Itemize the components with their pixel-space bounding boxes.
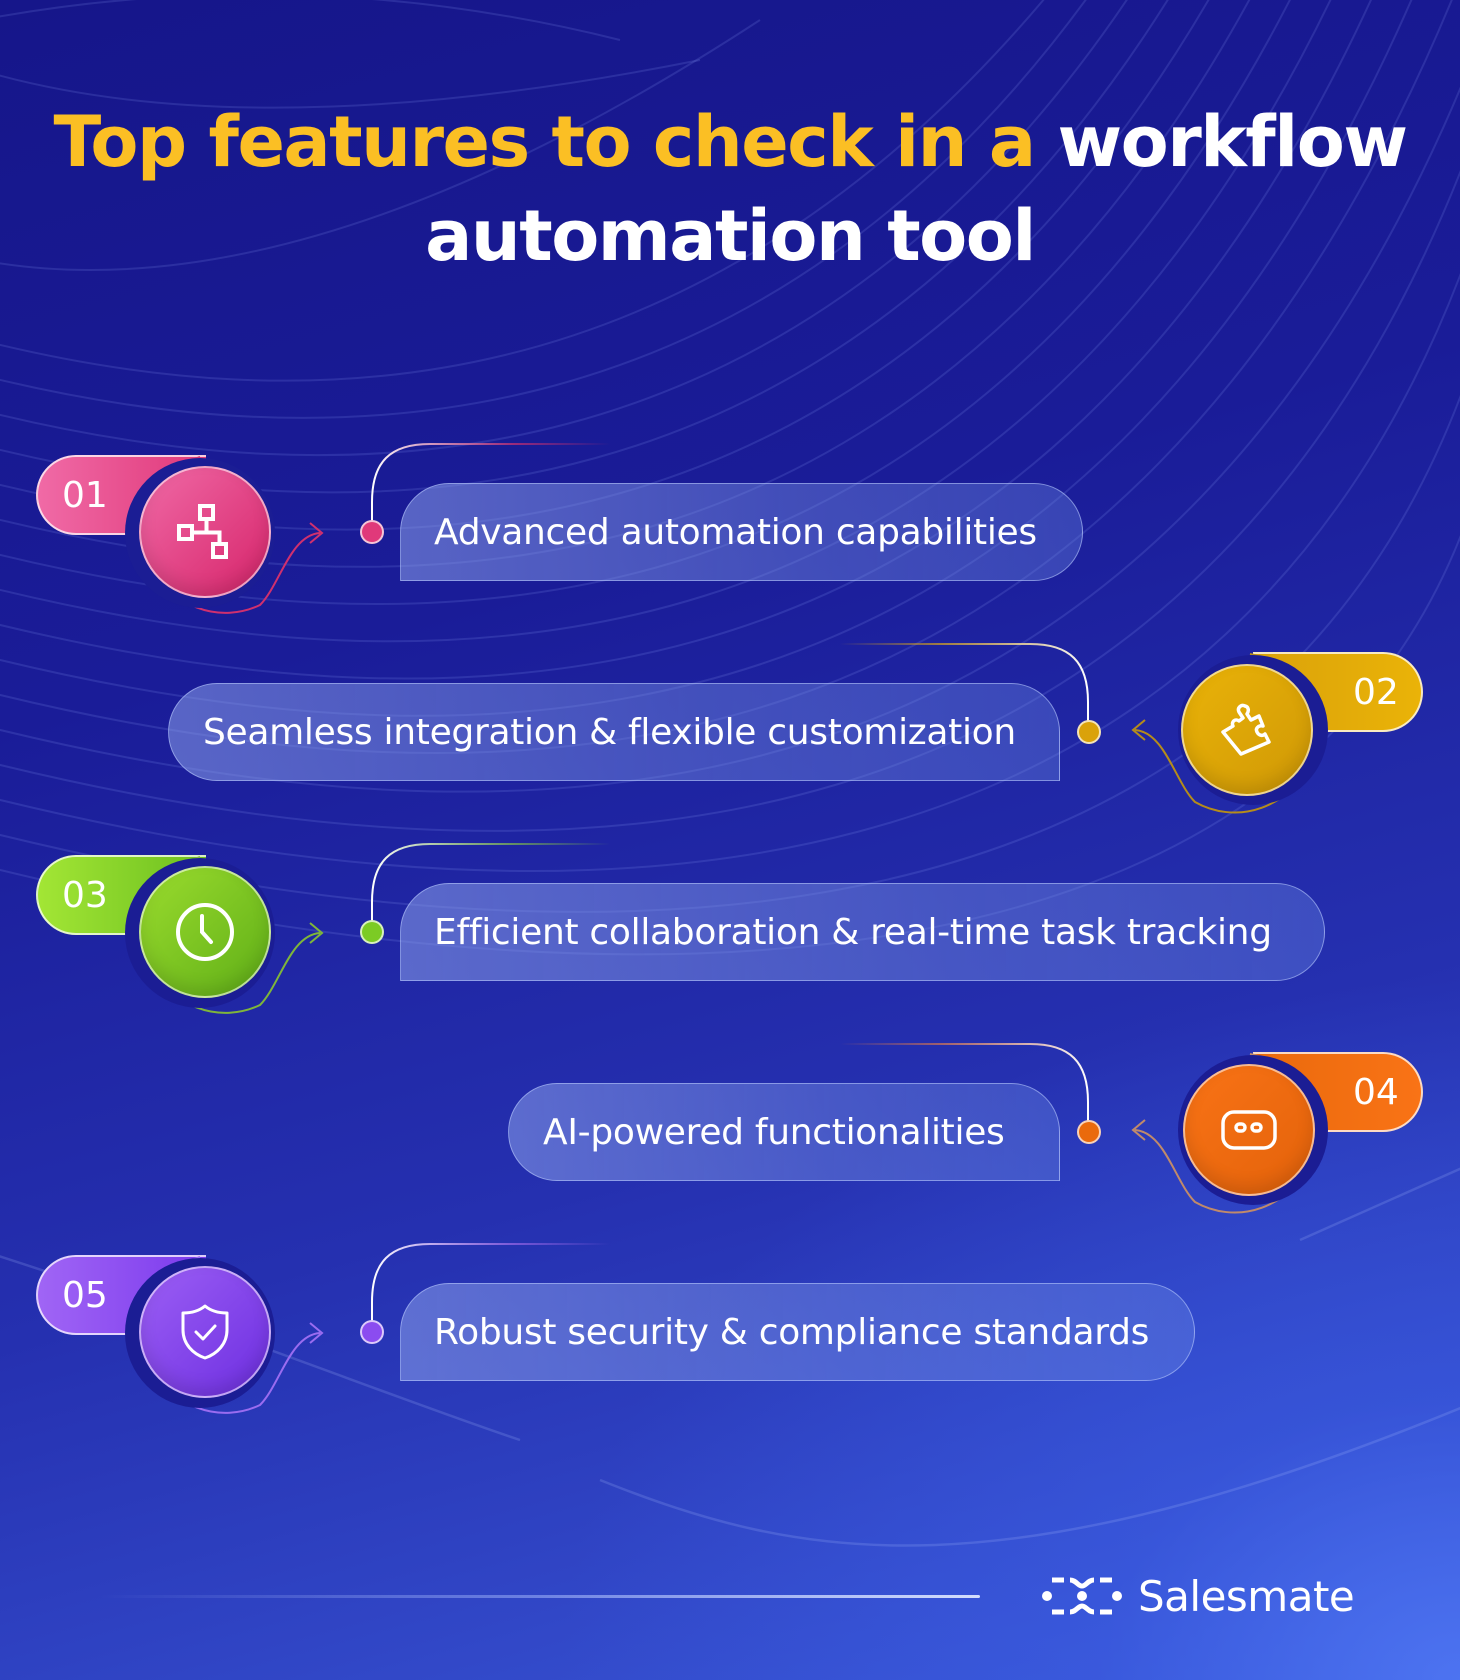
connector-dot (360, 920, 384, 944)
feature-label-pill: Robust security & compliance standards (400, 1283, 1195, 1381)
feature-label-pill: Efficient collaboration & real-time task… (400, 883, 1325, 981)
feature-number: 02 (1353, 671, 1399, 713)
shield-check-icon (181, 1304, 229, 1360)
icon-circle (139, 866, 271, 998)
salesmate-logo-icon (1042, 1577, 1122, 1615)
feature-number: 03 (62, 874, 108, 916)
icon-circle (1181, 664, 1313, 796)
feature-label-pill: Advanced automation capabilities (400, 483, 1083, 581)
feature-label-pill: AI-powered functionalities (508, 1083, 1060, 1181)
feature-label: Advanced automation capabilities (434, 511, 1037, 553)
feature-number: 04 (1353, 1071, 1399, 1113)
title-line-2: automation tool (425, 195, 1036, 277)
feature-number: 05 (62, 1274, 108, 1316)
connector-dot (360, 1320, 384, 1344)
feature-label: Robust security & compliance standards (434, 1311, 1150, 1353)
icon-circle (139, 466, 271, 598)
brand-name: Salesmate (1138, 1571, 1355, 1621)
title-highlight: Top features to check in a (53, 101, 1036, 183)
footer-divider (100, 1595, 980, 1598)
connector-dot (1077, 1120, 1101, 1144)
connector-dot (360, 520, 384, 544)
brand-logo: Salesmate (1040, 1568, 1355, 1624)
workflow-hierarchy-icon (177, 504, 228, 559)
feature-label: AI-powered functionalities (543, 1111, 1005, 1153)
puzzle-piece-icon (1221, 703, 1271, 756)
icon-circle (139, 1266, 271, 1398)
feature-number: 01 (62, 474, 108, 516)
feature-label-pill: Seamless integration & flexible customiz… (168, 683, 1060, 781)
robot-face-icon (1221, 1110, 1277, 1150)
infographic: Top features to check in a workflow auto… (0, 0, 1460, 1680)
feature-label: Seamless integration & flexible customiz… (203, 711, 1016, 753)
title-rest: workflow (1034, 101, 1408, 183)
icon-circle (1183, 1064, 1315, 1196)
clock-icon (176, 903, 234, 961)
page-title: Top features to check in a workflow auto… (0, 95, 1460, 283)
feature-label: Efficient collaboration & real-time task… (434, 911, 1272, 953)
connector-dot (1077, 720, 1101, 744)
